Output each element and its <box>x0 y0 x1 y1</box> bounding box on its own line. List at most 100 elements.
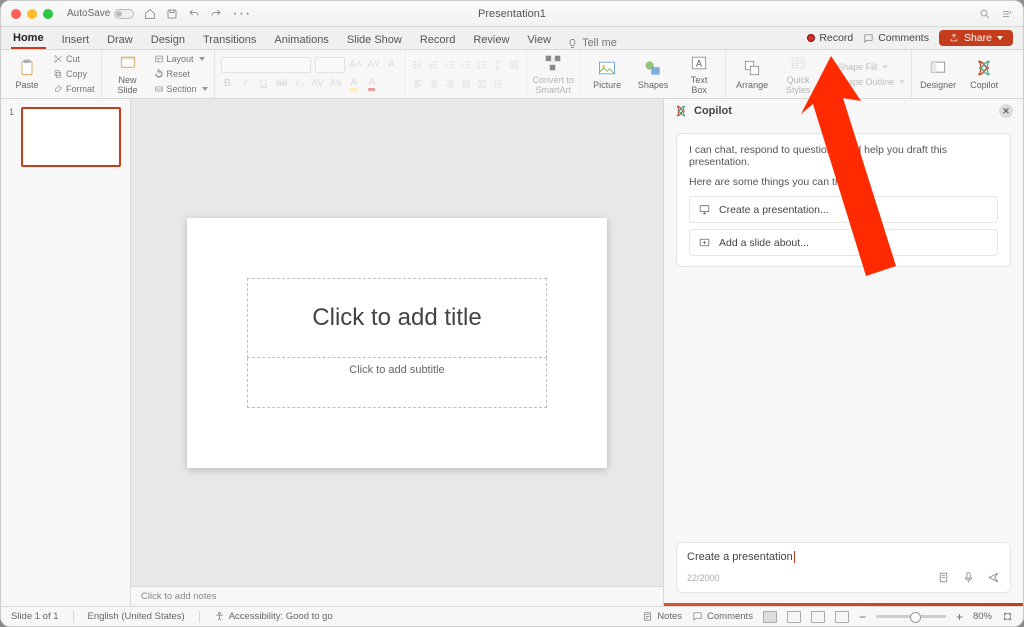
copilot-ribbon-button[interactable]: Copilot <box>964 58 1004 90</box>
numbering-icon[interactable] <box>428 59 440 71</box>
subtitle-placeholder[interactable]: Click to add subtitle <box>247 358 547 408</box>
copilot-suggestion-add-slide[interactable]: Add a slide about... <box>689 229 998 256</box>
quick-styles-button[interactable]: Quick Styles <box>778 53 818 95</box>
increase-indent-icon[interactable] <box>460 59 472 71</box>
picture-button[interactable]: Picture <box>587 58 627 90</box>
tab-review[interactable]: Review <box>471 34 511 49</box>
reading-view-icon[interactable] <box>811 611 825 623</box>
justify-icon[interactable] <box>460 78 472 90</box>
comments-button[interactable]: Comments <box>863 32 929 44</box>
bullets-icon[interactable] <box>412 59 424 71</box>
tab-transitions[interactable]: Transitions <box>201 34 258 49</box>
line-spacing-icon[interactable] <box>476 59 488 71</box>
cut-button[interactable]: Cut <box>53 52 95 66</box>
decrease-indent-icon[interactable] <box>444 59 456 71</box>
columns-icon[interactable] <box>476 78 488 90</box>
increase-font-icon[interactable]: A˄ <box>349 58 363 72</box>
tab-insert[interactable]: Insert <box>60 34 92 49</box>
close-window-icon[interactable] <box>11 9 21 19</box>
change-case-icon[interactable]: Aa <box>329 77 343 91</box>
tab-draw[interactable]: Draw <box>105 34 135 49</box>
microphone-icon[interactable] <box>962 571 975 584</box>
underline-icon[interactable]: U <box>257 77 271 91</box>
redo-icon[interactable] <box>210 8 222 20</box>
status-notes-button[interactable]: Notes <box>642 611 682 622</box>
tell-me-label: Tell me <box>582 37 617 49</box>
strikethrough-icon[interactable]: ab <box>275 77 289 91</box>
status-accessibility[interactable]: Accessibility: Good to go <box>214 611 333 622</box>
clear-format-icon[interactable]: A <box>385 58 399 72</box>
font-size-select[interactable] <box>315 57 345 73</box>
convert-smartart-button[interactable]: Convert to SmartArt <box>533 53 575 95</box>
attach-icon[interactable] <box>937 571 950 584</box>
font-color-icon[interactable]: A <box>365 77 379 91</box>
notes-placeholder[interactable]: Click to add notes <box>131 586 663 606</box>
tab-design[interactable]: Design <box>149 34 187 49</box>
paste-button[interactable]: Paste <box>7 58 47 90</box>
sorter-view-icon[interactable] <box>787 611 801 623</box>
home-icon[interactable] <box>144 8 156 20</box>
normal-view-icon[interactable] <box>763 611 777 623</box>
search-icon[interactable] <box>979 8 991 20</box>
copy-button[interactable]: Copy <box>53 67 95 81</box>
status-language[interactable]: English (United States) <box>88 611 185 622</box>
title-placeholder[interactable]: Click to add title <box>247 278 547 358</box>
ribbon-options-icon[interactable] <box>1001 8 1013 20</box>
format-painter-button[interactable]: Format <box>53 82 95 96</box>
fit-to-window-icon[interactable] <box>1002 611 1013 622</box>
fullscreen-window-icon[interactable] <box>43 9 53 19</box>
copilot-char-count: 22/2000 <box>687 573 720 583</box>
tell-me-search[interactable]: Tell me <box>567 37 617 49</box>
text-direction-icon[interactable] <box>492 59 504 71</box>
decrease-font-icon[interactable]: A˅ <box>367 58 381 72</box>
font-family-select[interactable] <box>221 57 311 73</box>
shape-fill-icon <box>824 62 834 72</box>
shapes-button[interactable]: Shapes <box>633 58 673 90</box>
send-icon[interactable] <box>987 571 1000 584</box>
align-text-icon[interactable] <box>508 59 520 71</box>
highlight-icon[interactable]: A <box>347 77 361 91</box>
share-button[interactable]: Share <box>939 30 1013 46</box>
save-icon[interactable] <box>166 8 178 20</box>
textbox-button[interactable]: AText Box <box>679 53 719 95</box>
list-level-icon[interactable] <box>492 78 504 90</box>
autosave-toggle[interactable]: AutoSave <box>67 8 134 19</box>
more-icon[interactable]: ··· <box>232 5 251 23</box>
bold-icon[interactable]: B <box>221 77 235 91</box>
align-right-icon[interactable] <box>444 78 456 90</box>
status-comments-button[interactable]: Comments <box>692 611 753 622</box>
char-spacing-icon[interactable]: AV <box>311 77 325 91</box>
zoom-out-button[interactable]: − <box>859 610 866 624</box>
align-left-icon[interactable] <box>412 78 424 90</box>
zoom-slider[interactable] <box>876 615 946 618</box>
tab-record[interactable]: Record <box>418 34 457 49</box>
minimize-window-icon[interactable] <box>27 9 37 19</box>
undo-icon[interactable] <box>188 8 200 20</box>
close-icon[interactable]: ✕ <box>999 104 1013 118</box>
new-slide-button[interactable]: New Slide <box>108 53 148 95</box>
slide[interactable]: Click to add title Click to add subtitle <box>187 218 607 468</box>
tab-animations[interactable]: Animations <box>272 34 330 49</box>
italic-icon[interactable]: I <box>239 77 253 91</box>
shape-outline-button[interactable]: Shape Outline <box>824 75 905 89</box>
zoom-in-button[interactable]: + <box>956 610 963 624</box>
zoom-value[interactable]: 80% <box>973 611 992 622</box>
slide-thumbnail-1[interactable] <box>21 107 121 167</box>
arrange-button[interactable]: Arrange <box>732 58 772 90</box>
subscript-icon[interactable]: x₂ <box>293 77 307 91</box>
section-button[interactable]: Section <box>154 82 208 96</box>
designer-button[interactable]: Designer <box>918 58 958 90</box>
shape-fill-button[interactable]: Shape Fill <box>824 60 905 74</box>
tab-slideshow[interactable]: Slide Show <box>345 34 404 49</box>
record-button[interactable]: Record <box>807 32 853 44</box>
slideshow-view-icon[interactable] <box>835 611 849 623</box>
tab-view[interactable]: View <box>525 34 553 49</box>
tab-home[interactable]: Home <box>11 32 46 49</box>
reset-button[interactable]: Reset <box>154 67 208 81</box>
align-center-icon[interactable] <box>428 78 440 90</box>
lightbulb-icon <box>567 38 578 49</box>
textbox-icon: A <box>689 53 709 73</box>
layout-button[interactable]: Layout <box>154 52 208 66</box>
copilot-suggestion-create[interactable]: Create a presentation... <box>689 196 998 223</box>
copilot-input[interactable]: Create a presentation 22/2000 <box>676 542 1011 593</box>
